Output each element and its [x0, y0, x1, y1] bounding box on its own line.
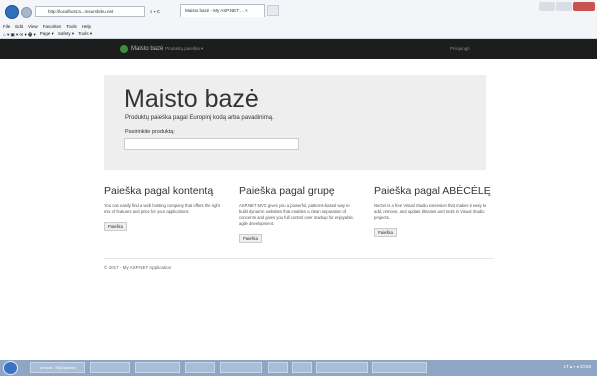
search-button[interactable]: Paieška — [104, 222, 127, 231]
browser-tab[interactable]: Maisto bazė - My ASP.NET ... × — [180, 4, 265, 17]
select-label: Pasirinkite produktą: — [125, 129, 175, 135]
menu-file[interactable]: File — [3, 24, 10, 29]
address-bar[interactable]: http://localhost:a...resursbrku.net — [35, 6, 145, 17]
products-dropdown[interactable]: Produktų paieška ▾ — [165, 46, 203, 52]
home-icon[interactable]: ⌂ ▾ ▣ ▾ ✉ ▾ 🖶 ▾ — [3, 31, 36, 39]
taskbar-item[interactable] — [185, 362, 215, 373]
maximize-button[interactable] — [556, 2, 572, 11]
column-text: NuGet is a free Visual Studio extension … — [374, 203, 487, 220]
search-button[interactable]: Paieška — [239, 234, 262, 243]
column-heading: Paieška pagal grupę — [239, 185, 335, 197]
cmd-tools[interactable]: Tools ▾ — [78, 31, 92, 39]
column-heading: Paieška pagal kontentą — [104, 185, 214, 197]
command-bar: ⌂ ▾ ▣ ▾ ✉ ▾ 🖶 ▾ Page ▾ Safety ▾ Tools ▾ — [3, 31, 92, 39]
search-button[interactable]: Paieška — [374, 228, 397, 237]
taskbar: tomcat - MyDiploma LT ▴ ▪ ◂ 10:53 — [0, 360, 597, 376]
column-alphabet: Paieška pagal ABĖCĖLĘ NuGet is a free Vi… — [374, 185, 494, 239]
site-navbar: Maisto bazė Produktų paieška ▾ Prisijung… — [0, 39, 597, 59]
cmd-safety[interactable]: Safety ▾ — [58, 31, 74, 39]
lead-text: Produktų paieška pagal Europinį kodą arb… — [125, 115, 274, 121]
menu-tools[interactable]: Tools — [66, 24, 77, 29]
column-text: ASP.NET MVC gives you a powerful, patter… — [239, 203, 354, 226]
leaf-icon — [120, 45, 128, 53]
browser-chrome: http://localhost:a...resursbrku.net ⌕ ▾ … — [0, 0, 597, 39]
jumbotron: Maisto bazė — [104, 75, 486, 170]
brand[interactable]: Maisto bazė — [120, 45, 163, 53]
taskbar-item[interactable]: tomcat - MyDiploma — [30, 362, 85, 373]
menu-help[interactable]: Help — [82, 24, 91, 29]
new-tab-button[interactable] — [267, 5, 279, 16]
cmd-page[interactable]: Page ▾ — [40, 31, 54, 39]
login-link[interactable]: Prisijungti — [450, 46, 470, 51]
taskbar-item[interactable] — [135, 362, 180, 373]
minimize-button[interactable] — [539, 2, 555, 11]
taskbar-item[interactable] — [316, 362, 368, 373]
page-title: Maisto bazė — [124, 85, 259, 113]
brand-label: Maisto bazė — [131, 46, 164, 52]
back-button[interactable] — [5, 5, 19, 19]
window-controls — [538, 2, 595, 11]
menu-edit[interactable]: Edit — [15, 24, 23, 29]
taskbar-item[interactable] — [90, 362, 130, 373]
taskbar-item[interactable] — [268, 362, 288, 373]
taskbar-item[interactable] — [372, 362, 427, 373]
taskbar-item[interactable] — [292, 362, 312, 373]
start-button[interactable] — [3, 361, 18, 375]
menu-favorites[interactable]: Favorites — [43, 24, 62, 29]
forward-button[interactable] — [21, 7, 32, 18]
system-tray[interactable]: LT ▴ ▪ ◂ 10:53 — [564, 364, 591, 370]
menu-view[interactable]: View — [28, 24, 38, 29]
column-content: Paieška pagal kontentą You can easily fi… — [104, 185, 224, 233]
taskbar-item[interactable] — [220, 362, 262, 373]
menu-bar: File Edit View Favorites Tools Help — [3, 24, 91, 29]
column-heading: Paieška pagal ABĖCĖLĘ — [374, 185, 491, 197]
footer: © 2017 - My ASP.NET Application — [104, 265, 172, 270]
divider — [104, 258, 494, 259]
column-text: You can easily find a web hosting compan… — [104, 203, 220, 214]
address-tools[interactable]: ⌕ ▾ C — [150, 6, 180, 17]
product-search-input[interactable] — [124, 138, 299, 150]
close-button[interactable] — [573, 2, 595, 11]
column-group: Paieška pagal grupę ASP.NET MVC gives yo… — [239, 185, 359, 245]
